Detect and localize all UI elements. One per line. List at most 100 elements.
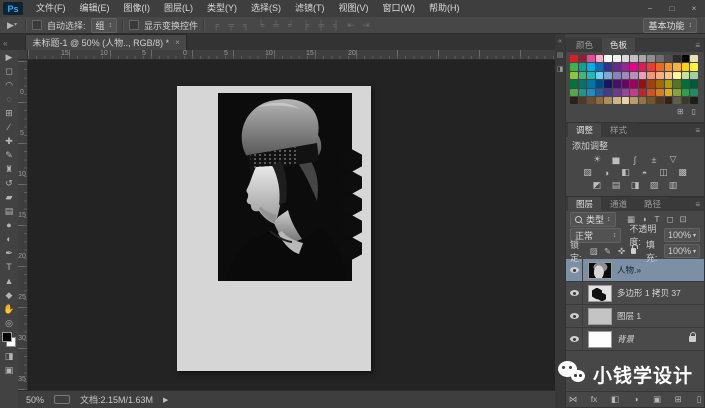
color-swatch[interactable] — [673, 72, 681, 79]
auto-select-dropdown[interactable]: 组↕ — [91, 18, 118, 33]
menu-item-1[interactable]: 编辑(E) — [73, 0, 117, 17]
color-swatch[interactable] — [579, 80, 587, 87]
shape-filter-icon[interactable]: ◻ — [665, 214, 676, 225]
color-lookup-icon[interactable]: ▩ — [676, 167, 689, 178]
color-swatch[interactable] — [673, 63, 681, 70]
color-swatch[interactable] — [690, 55, 698, 62]
tab-color[interactable]: 颜色 — [568, 38, 601, 52]
color-swatch[interactable] — [613, 72, 621, 79]
color-swatch[interactable] — [579, 55, 587, 62]
color-swatch[interactable] — [587, 89, 595, 96]
visibility-eye-icon[interactable] — [566, 259, 583, 281]
collapsed-history-panel-icon[interactable]: ▤ — [557, 51, 564, 59]
canvas-area[interactable] — [28, 60, 555, 390]
close-button[interactable]: × — [683, 0, 705, 17]
new-layer-icon[interactable]: ⊞ — [672, 394, 684, 405]
color-swatch[interactable] — [587, 72, 595, 79]
link-layers-icon[interactable]: ⋈ — [567, 394, 579, 405]
tab-layers[interactable]: 图层 — [568, 197, 601, 211]
quick-mask-icon[interactable]: ◨ — [1, 349, 17, 363]
document-page[interactable] — [177, 86, 371, 371]
minimize-button[interactable]: − — [639, 0, 661, 17]
menu-item-0[interactable]: 文件(F) — [29, 0, 73, 17]
color-swatch[interactable] — [570, 97, 578, 104]
levels-icon[interactable]: ▅ — [610, 154, 623, 165]
color-swatch[interactable] — [682, 63, 690, 70]
color-swatch[interactable] — [665, 89, 673, 96]
foreground-color-chip[interactable] — [2, 332, 12, 342]
menu-item-9[interactable]: 帮助(H) — [422, 0, 467, 17]
color-swatch[interactable] — [570, 55, 578, 62]
menu-item-7[interactable]: 视图(V) — [332, 0, 376, 17]
color-swatch[interactable] — [656, 63, 664, 70]
panel-menu-icon[interactable]: ≡ — [695, 126, 704, 137]
gradient-tool-icon[interactable]: ▤ — [1, 204, 17, 218]
tab-styles[interactable]: 样式 — [602, 123, 635, 137]
color-swatch[interactable] — [604, 80, 612, 87]
collapse-panels-icon[interactable]: « — [558, 38, 562, 45]
type-tool-icon[interactable]: T — [1, 260, 17, 274]
color-swatch[interactable] — [570, 89, 578, 96]
color-swatch[interactable] — [604, 97, 612, 104]
workspace-dropdown[interactable]: 基本功能↕ — [643, 18, 697, 33]
color-swatch[interactable] — [690, 80, 698, 87]
status-popup-arrow-icon[interactable]: ▶ — [163, 396, 168, 404]
color-chips[interactable] — [1, 332, 17, 347]
filter-type-dropdown[interactable]: 类型↕ — [570, 212, 616, 227]
color-swatch[interactable] — [622, 97, 630, 104]
color-swatch[interactable] — [570, 63, 578, 70]
lock-pixels-icon[interactable]: ✎ — [602, 246, 613, 257]
color-swatch[interactable] — [673, 55, 681, 62]
zoom-tool-icon[interactable]: ◎ — [1, 316, 17, 330]
color-swatch[interactable] — [596, 80, 604, 87]
color-swatch[interactable] — [630, 55, 638, 62]
tab-adjustments[interactable]: 调整 — [568, 123, 601, 137]
delete-layer-icon[interactable]: ▯ — [693, 394, 705, 405]
dodge-tool-icon[interactable]: ◐ — [1, 232, 17, 246]
color-swatch[interactable] — [596, 97, 604, 104]
color-swatch[interactable] — [690, 97, 698, 104]
portrait-photo[interactable] — [218, 93, 352, 281]
color-swatch[interactable] — [604, 89, 612, 96]
color-swatch[interactable] — [656, 55, 664, 62]
add-mask-icon[interactable]: ◧ — [609, 394, 621, 405]
color-swatch[interactable] — [587, 63, 595, 70]
color-swatch[interactable] — [579, 89, 587, 96]
auto-select-checkbox[interactable] — [32, 20, 42, 30]
photo-filter-icon[interactable]: ◓ — [638, 167, 651, 178]
black-white-icon[interactable]: ◧ — [619, 167, 632, 178]
hue-saturation-icon[interactable]: ▧ — [581, 167, 594, 178]
layer-style-icon[interactable]: fx — [588, 394, 600, 405]
history-brush-tool-icon[interactable]: ↺ — [1, 176, 17, 190]
zoom-level[interactable]: 50% — [26, 395, 44, 405]
channel-mixer-icon[interactable]: ◫ — [657, 167, 670, 178]
eraser-tool-icon[interactable]: ▰ — [1, 190, 17, 204]
color-swatch[interactable] — [690, 72, 698, 79]
clone-stamp-tool-icon[interactable]: ♜ — [1, 162, 17, 176]
hand-tool-icon[interactable]: ✋ — [1, 302, 17, 316]
marquee-tool-icon[interactable]: ◻ — [1, 64, 17, 78]
color-swatch[interactable] — [630, 97, 638, 104]
show-transform-checkbox[interactable] — [129, 20, 139, 30]
path-selection-tool-icon[interactable]: ▲ — [1, 274, 17, 288]
color-swatch[interactable] — [579, 97, 587, 104]
color-swatch[interactable] — [639, 63, 647, 70]
color-swatch[interactable] — [690, 89, 698, 96]
color-swatch[interactable] — [639, 89, 647, 96]
lock-all-icon[interactable] — [631, 248, 636, 254]
color-swatch[interactable] — [673, 89, 681, 96]
panel-menu-icon[interactable]: ≡ — [695, 41, 704, 52]
color-swatch[interactable] — [673, 80, 681, 87]
exposure-icon[interactable]: ± — [648, 154, 661, 165]
color-swatch[interactable] — [604, 55, 612, 62]
brush-tool-icon[interactable]: ✎ — [1, 148, 17, 162]
color-swatch[interactable] — [665, 55, 673, 62]
color-swatch[interactable] — [647, 97, 655, 104]
color-swatch[interactable] — [639, 80, 647, 87]
color-swatch[interactable] — [613, 97, 621, 104]
layer-row[interactable]: 人物.» — [566, 259, 704, 282]
color-swatch[interactable] — [587, 55, 595, 62]
color-swatch[interactable] — [622, 80, 630, 87]
color-swatch[interactable] — [630, 63, 638, 70]
lock-transparency-icon[interactable]: ▨ — [588, 246, 599, 257]
